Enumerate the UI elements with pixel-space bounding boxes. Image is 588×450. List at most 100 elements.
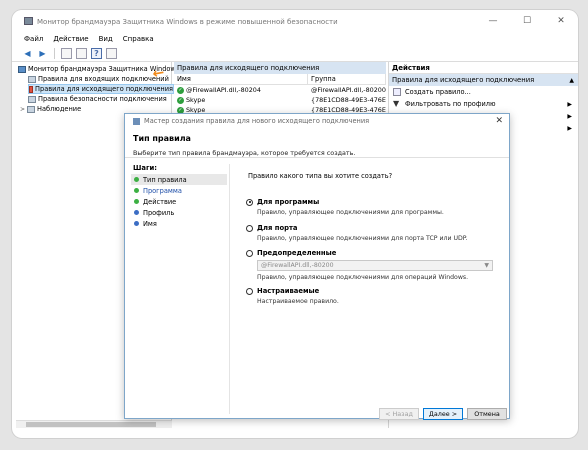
dialog-buttons: < Назад Далее > Отмена (379, 408, 507, 420)
actions-header: Действия (389, 62, 578, 74)
radio-port[interactable] (246, 224, 253, 232)
step-pending-icon (134, 210, 139, 215)
step-done-icon (134, 177, 139, 182)
table-row[interactable]: ✓ Skype {78E1CD88-49E3-476E-B (174, 95, 386, 105)
window-title: Монитор брандмауэра Защитника Windows в … (37, 18, 338, 26)
next-button[interactable]: Далее > (423, 408, 463, 420)
window-controls: — ☐ ✕ (476, 10, 578, 32)
menu-help[interactable]: Справка (123, 35, 154, 43)
new-rule-wizard-dialog: Мастер создания правила для нового исход… (124, 113, 510, 420)
rule-group: @FirewallAPI.dll,-80200 (311, 86, 386, 94)
dialog-close-icon[interactable]: ✕ (495, 116, 503, 126)
step-label: Имя (143, 219, 157, 228)
cancel-button[interactable]: Отмена (467, 408, 507, 420)
actions-section-outbound[interactable]: Правила для исходящего подключения ▲ (389, 74, 578, 86)
dialog-heading: Тип правила (133, 134, 191, 143)
toolbar: ◀ ▶ ? (12, 45, 578, 62)
rule-name: @FirewallAPI.dll,-80204 (186, 86, 261, 94)
option-label: Для программы (257, 198, 320, 206)
option-port[interactable]: Для порта (246, 224, 298, 232)
menu-bar: Файл Действие Вид Справка (12, 32, 578, 45)
outbound-rules-icon (29, 85, 34, 93)
dialog-header: Тип правила Выберите тип правила брандма… (125, 128, 509, 158)
step-label: Действие (143, 197, 177, 206)
option-description: Правило, управляющее подключениями для п… (257, 235, 468, 242)
step-action[interactable]: Действие (131, 196, 227, 207)
menu-action[interactable]: Действие (53, 35, 88, 43)
tree-item-outbound-rules[interactable]: Правила для исходящего подключения (28, 84, 174, 94)
console-tree-icon[interactable] (61, 47, 72, 59)
show-action-pane-icon[interactable] (106, 47, 117, 59)
scrollbar-thumb[interactable] (26, 422, 156, 427)
back-button[interactable]: < Назад (379, 408, 419, 420)
tree-item-monitoring[interactable]: > Наблюдение (20, 104, 81, 114)
action-label: Создать правило... (405, 88, 471, 96)
dialog-subtitle: Выберите тип правила брандмауэра, которо… (133, 149, 356, 157)
option-label: Предопределенные (257, 249, 337, 257)
firewall-app-icon (24, 17, 33, 25)
option-custom[interactable]: Настраиваемые (246, 287, 319, 295)
column-name[interactable]: Имя (174, 74, 308, 84)
wizard-icon (133, 117, 140, 125)
dialog-title-bar: Мастер создания правила для нового исход… (125, 114, 509, 128)
rule-group: {78E1CD88-49E3-476E-B (311, 96, 386, 104)
steps-header: Шаги: (133, 164, 158, 172)
step-profile[interactable]: Профиль (131, 207, 227, 218)
new-rule-action[interactable]: Создать правило... (389, 86, 578, 98)
submenu-arrow-icon: ▶ (567, 100, 572, 108)
table-row[interactable]: ✓ @FirewallAPI.dll,-80204 @FirewallAPI.dl… (174, 85, 386, 95)
rule-type-panel: Правило какого типа вы хотите создать? Д… (229, 164, 505, 414)
tree-horizontal-scrollbar[interactable] (16, 420, 172, 428)
new-rule-icon (393, 88, 401, 96)
inbound-rules-icon (28, 75, 36, 83)
option-predefined[interactable]: Предопределенные (246, 249, 336, 257)
help-icon[interactable]: ? (91, 47, 102, 59)
submenu-arrow-icon: ▶ (567, 112, 572, 120)
expand-chevron-icon[interactable]: > (20, 106, 25, 113)
chevron-down-icon: ▼ (484, 262, 489, 269)
app-frame: Монитор брандмауэра Защитника Windows в … (12, 10, 578, 438)
step-pending-icon (134, 221, 139, 226)
tree-item-label: Правила безопасности подключения (38, 95, 167, 103)
wizard-steps: Шаги: Тип правила Программа Действие Про… (131, 164, 227, 414)
predefined-select[interactable]: @FirewallAPI.dll,-80200 ▼ (257, 260, 493, 271)
column-group[interactable]: Группа (308, 74, 386, 84)
properties-icon[interactable] (76, 47, 87, 59)
title-bar: Монитор брандмауэра Защитника Windows в … (12, 10, 578, 32)
minimize-button[interactable]: — (476, 10, 510, 32)
maximize-button[interactable]: ☐ (510, 10, 544, 32)
forward-arrow-icon[interactable]: ▶ (37, 48, 48, 59)
step-name[interactable]: Имя (131, 218, 227, 229)
monitoring-icon (27, 105, 36, 113)
option-description: Настраиваемое правило. (257, 298, 339, 305)
back-arrow-icon[interactable]: ◀ (22, 48, 33, 59)
close-button[interactable]: ✕ (544, 10, 578, 32)
radio-predefined[interactable] (246, 249, 253, 257)
step-label: Программа (143, 186, 182, 195)
tree-item-label: Наблюдение (37, 105, 82, 113)
tree-item-inbound-rules[interactable]: Правила для входящих подключений (28, 74, 169, 84)
rules-column-headers: Имя Группа (174, 74, 386, 85)
option-description: Правило, управляющее подключениями для о… (257, 274, 469, 281)
collapse-up-icon[interactable]: ▲ (569, 77, 574, 84)
submenu-arrow-icon: ▶ (567, 124, 572, 132)
connection-security-icon (28, 95, 36, 103)
filter-icon: ▼ (393, 99, 400, 108)
tree-item-connection-security[interactable]: Правила безопасности подключения (28, 94, 167, 104)
menu-file[interactable]: Файл (24, 35, 43, 43)
tree-item-label: Правила для исходящего подключения (35, 85, 173, 93)
step-done-icon (134, 188, 139, 193)
filter-by-profile-action[interactable]: ▼ Фильтровать по профилю ▶ (389, 98, 578, 110)
rule-type-question: Правило какого типа вы хотите создать? (248, 172, 393, 180)
step-program[interactable]: Программа (131, 185, 227, 196)
step-rule-type[interactable]: Тип правила (131, 174, 227, 185)
radio-custom[interactable] (246, 287, 253, 295)
step-label: Профиль (143, 208, 175, 217)
option-label: Настраиваемые (257, 287, 320, 295)
actions-section-label: Правила для исходящего подключения (392, 76, 535, 84)
option-program[interactable]: Для программы (246, 198, 319, 206)
menu-view[interactable]: Вид (99, 35, 113, 43)
dialog-title: Мастер создания правила для нового исход… (144, 117, 370, 125)
rules-list-header: Правила для исходящего подключения (174, 62, 386, 74)
radio-program[interactable] (246, 198, 253, 206)
